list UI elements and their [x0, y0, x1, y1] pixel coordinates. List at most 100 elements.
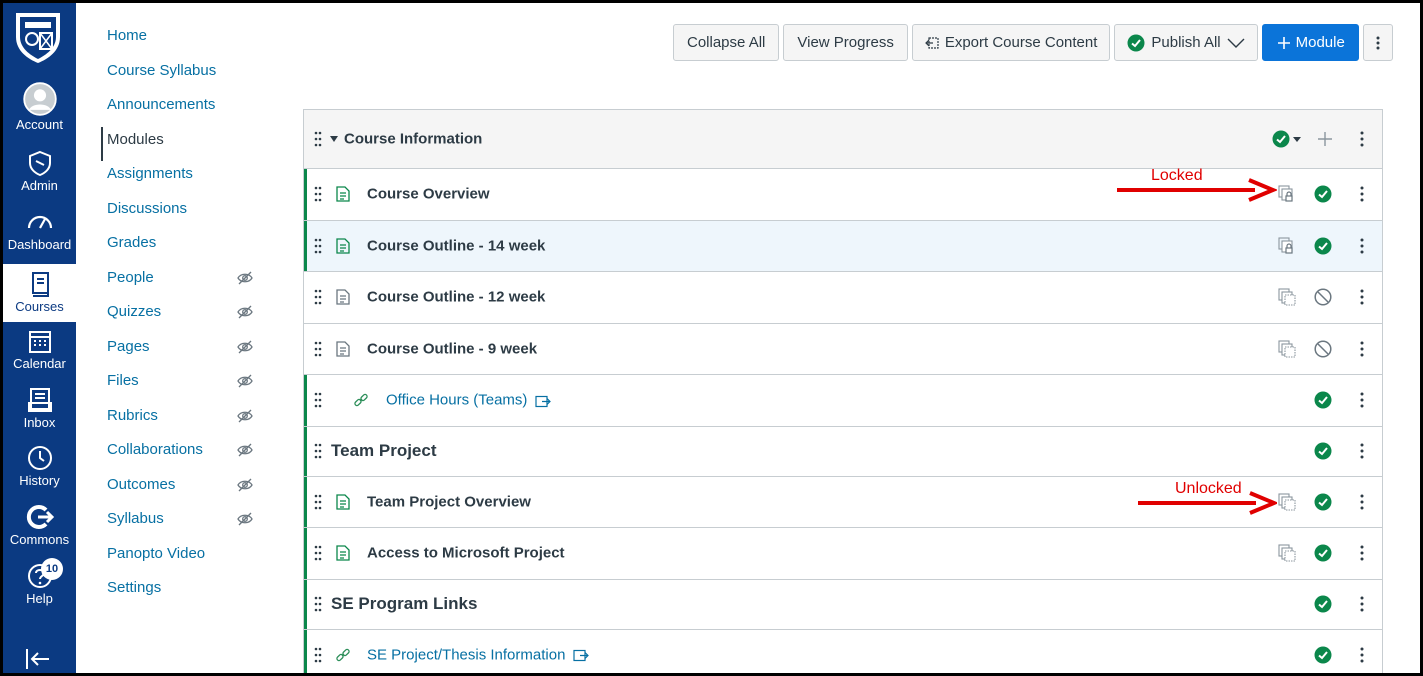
more-vertical-icon[interactable]: [1359, 186, 1365, 202]
more-vertical-icon[interactable]: [1359, 596, 1365, 612]
module-item-title[interactable]: Course Outline - 12 week: [367, 289, 545, 306]
export-course-content-button[interactable]: Export Course Content: [911, 24, 1111, 61]
course-nav-assignments[interactable]: Assignments: [101, 161, 271, 196]
module-published-icon[interactable]: [1272, 130, 1290, 148]
blueprint-unlocked-icon[interactable]: [1278, 493, 1296, 511]
published-check-icon[interactable]: [1314, 391, 1332, 409]
drag-handle-icon[interactable]: [314, 341, 322, 357]
published-check-icon[interactable]: [1314, 442, 1332, 460]
course-nav-rubrics[interactable]: Rubrics: [101, 403, 271, 438]
course-nav-quizzes[interactable]: Quizzes: [101, 299, 271, 334]
module-item-link[interactable]: Office Hours (Teams): [386, 392, 552, 409]
drag-handle-icon[interactable]: [314, 186, 322, 202]
course-nav-home[interactable]: Home: [101, 23, 271, 58]
course-nav-announcements[interactable]: Announcements: [101, 92, 271, 127]
published-check-icon[interactable]: [1314, 595, 1332, 613]
more-vertical-icon[interactable]: [1359, 545, 1365, 561]
course-nav-grades[interactable]: Grades: [101, 230, 271, 265]
drag-handle-icon[interactable]: [314, 647, 322, 663]
course-nav-collaborations[interactable]: Collaborations: [101, 437, 271, 472]
university-logo[interactable]: [12, 9, 64, 65]
nav-courses[interactable]: Courses: [3, 264, 76, 322]
drag-handle-icon[interactable]: [314, 545, 322, 561]
more-vertical-icon[interactable]: [1359, 647, 1365, 663]
published-check-icon[interactable]: [1314, 237, 1332, 255]
blueprint-unlocked-icon[interactable]: [1278, 544, 1296, 562]
module-item-title[interactable]: Access to Microsoft Project: [367, 545, 565, 562]
nav-inbox[interactable]: Inbox: [3, 386, 76, 444]
blueprint-unlocked-icon[interactable]: [1278, 340, 1296, 358]
published-check-icon: [1127, 34, 1145, 51]
more-vertical-icon[interactable]: [1359, 494, 1365, 510]
clock-icon: [27, 446, 52, 470]
module-item-se-project-thesis-information[interactable]: SE Project/Thesis Information: [304, 629, 1382, 673]
module-title[interactable]: Course Information: [344, 131, 482, 148]
nav-help[interactable]: 10 Help: [3, 558, 76, 620]
course-nav-people[interactable]: People: [101, 265, 271, 300]
unpublished-icon[interactable]: [1314, 340, 1332, 358]
module-item-title[interactable]: Course Outline - 9 week: [367, 340, 537, 357]
course-nav-course-syllabus[interactable]: Course Syllabus: [101, 58, 271, 93]
module-item-course-outline-9-week[interactable]: Course Outline - 9 week: [304, 323, 1382, 375]
view-progress-button[interactable]: View Progress: [783, 24, 908, 61]
module-item-title[interactable]: Team Project Overview: [367, 493, 531, 510]
more-vertical-icon[interactable]: [1359, 289, 1365, 305]
nav-history[interactable]: History: [3, 444, 76, 502]
course-nav-outcomes[interactable]: Outcomes: [101, 472, 271, 507]
more-vertical-icon[interactable]: [1359, 392, 1365, 408]
add-module-button[interactable]: Module: [1261, 24, 1359, 61]
collapse-all-button[interactable]: Collapse All: [673, 24, 780, 61]
course-nav-modules[interactable]: Modules: [101, 126, 271, 161]
drag-handle-icon[interactable]: [314, 596, 322, 612]
module-item-se-program-links[interactable]: SE Program Links: [304, 579, 1382, 630]
published-check-icon[interactable]: [1314, 646, 1332, 664]
course-nav-settings[interactable]: Settings: [101, 575, 271, 610]
collapse-nav-icon[interactable]: [23, 647, 53, 671]
export-icon: [924, 36, 939, 49]
view-progress-label: View Progress: [797, 34, 894, 51]
module-item-course-outline-12-week[interactable]: Course Outline - 12 week: [304, 272, 1382, 324]
unpublished-icon[interactable]: [1314, 288, 1332, 306]
nav-account[interactable]: Account: [3, 82, 76, 140]
drag-handle-icon[interactable]: [314, 443, 322, 459]
module-item-title[interactable]: Course Overview: [367, 186, 490, 203]
collapse-caret-icon[interactable]: [330, 136, 338, 142]
page-icon: [336, 545, 350, 561]
nav-commons[interactable]: Commons: [3, 503, 76, 561]
published-check-icon[interactable]: [1314, 185, 1332, 203]
module-item-team-project[interactable]: Team Project: [304, 426, 1382, 477]
module-item-access-to-microsoft-project[interactable]: Access to Microsoft Project: [304, 528, 1382, 580]
caret-down-icon[interactable]: [1293, 137, 1301, 142]
module-item-title[interactable]: Course Outline - 14 week: [367, 237, 545, 254]
course-nav-pages[interactable]: Pages: [101, 334, 271, 369]
more-vertical-icon[interactable]: [1359, 238, 1365, 254]
module-item-office-hours-teams-[interactable]: Office Hours (Teams): [304, 375, 1382, 427]
nav-dashboard[interactable]: Dashboard: [3, 208, 76, 266]
published-check-icon[interactable]: [1314, 493, 1332, 511]
drag-handle-icon[interactable]: [314, 392, 322, 408]
blueprint-unlocked-icon[interactable]: [1278, 288, 1296, 306]
drag-handle-icon[interactable]: [314, 289, 322, 305]
drag-handle-icon[interactable]: [314, 131, 322, 147]
more-vertical-icon[interactable]: [1359, 341, 1365, 357]
more-vertical-icon[interactable]: [1359, 443, 1365, 459]
course-nav-files[interactable]: Files: [101, 368, 271, 403]
drag-handle-icon[interactable]: [314, 238, 322, 254]
publish-all-button[interactable]: Publish All: [1114, 24, 1258, 61]
course-nav-discussions[interactable]: Discussions: [101, 196, 271, 231]
module-item-link[interactable]: SE Project/Thesis Information: [367, 646, 590, 663]
blueprint-locked-icon[interactable]: [1278, 185, 1296, 203]
add-item-plus-icon[interactable]: [1318, 132, 1332, 146]
more-vertical-icon[interactable]: [1359, 131, 1365, 147]
published-check-icon[interactable]: [1314, 544, 1332, 562]
nav-calendar[interactable]: Calendar: [3, 327, 76, 385]
drag-handle-icon[interactable]: [314, 494, 322, 510]
page-icon: [336, 186, 350, 202]
canvas-window: Account Admin Dashboard Courses Calendar…: [0, 0, 1423, 676]
course-nav-syllabus[interactable]: Syllabus: [101, 506, 271, 541]
module-item-course-outline-14-week[interactable]: Course Outline - 14 week: [304, 220, 1382, 272]
blueprint-locked-icon[interactable]: [1278, 237, 1296, 255]
toolbar-more-button[interactable]: [1362, 24, 1393, 61]
nav-admin[interactable]: Admin: [3, 149, 76, 207]
course-nav-panopto-video[interactable]: Panopto Video: [101, 541, 271, 576]
